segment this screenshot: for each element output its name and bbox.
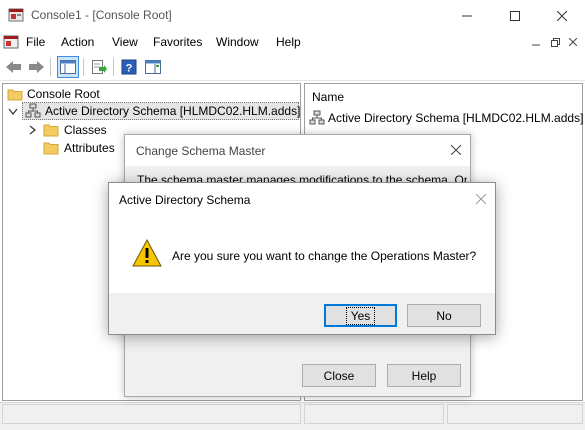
mmc-app-icon	[8, 8, 24, 22]
dialog-title: Change Schema Master	[136, 144, 266, 158]
console-icon[interactable]	[3, 34, 19, 50]
status-cell	[2, 404, 301, 424]
close-button[interactable]: Close	[302, 364, 376, 387]
title-bar: Console1 - [Console Root]	[0, 0, 585, 31]
maximize-icon	[510, 10, 520, 21]
schema-icon	[309, 110, 325, 125]
folder-icon	[43, 142, 59, 155]
maximize-button[interactable]	[492, 0, 538, 31]
warning-icon	[132, 238, 162, 267]
minimize-icon	[532, 44, 540, 46]
tree-item-console-root[interactable]: Console Root	[27, 87, 100, 101]
close-icon	[557, 10, 567, 21]
menu-file[interactable]: File	[26, 35, 45, 49]
yes-button[interactable]: Yes	[324, 304, 397, 327]
close-button[interactable]	[539, 0, 585, 31]
menu-help[interactable]: Help	[276, 35, 301, 49]
status-cell	[304, 404, 444, 424]
close-icon[interactable]	[451, 145, 461, 155]
toolbar-separator	[50, 58, 51, 76]
tree-item-attributes[interactable]: Attributes	[64, 141, 115, 155]
confirm-dialog: Active Directory Schema Are you sure you…	[108, 182, 496, 335]
tree-item-classes[interactable]: Classes	[64, 123, 107, 137]
schema-icon	[25, 103, 41, 118]
export-list-icon	[92, 60, 107, 74]
mdi-close-button[interactable]	[565, 35, 581, 49]
minimize-button[interactable]	[444, 0, 490, 31]
export-list-button[interactable]	[88, 56, 110, 78]
close-icon[interactable]	[476, 194, 486, 204]
mdi-restore-button[interactable]	[547, 35, 563, 49]
toolbar-separator	[83, 58, 84, 76]
yes-button-label: Yes	[345, 306, 376, 325]
back-icon	[6, 61, 21, 73]
action-pane-icon	[145, 60, 161, 74]
mdi-minimize-button[interactable]	[528, 35, 544, 49]
menu-view[interactable]: View	[112, 35, 138, 49]
menu-bar: File Action View Favorites Window Help	[0, 31, 585, 53]
close-icon	[569, 38, 577, 46]
restore-icon	[550, 37, 560, 47]
chevron-down-icon[interactable]	[8, 108, 18, 116]
console-root-icon	[7, 89, 23, 101]
menu-favorites[interactable]: Favorites	[153, 35, 202, 49]
menu-action[interactable]: Action	[61, 35, 94, 49]
forward-button[interactable]	[25, 56, 47, 78]
folder-icon	[43, 124, 59, 137]
status-cell	[447, 404, 583, 424]
toolbar-separator	[113, 58, 114, 76]
no-button[interactable]: No	[407, 304, 481, 327]
svg-text:?: ?	[126, 63, 133, 75]
dialog-title: Active Directory Schema	[119, 193, 251, 207]
menu-window[interactable]: Window	[216, 35, 259, 49]
action-pane-button[interactable]	[142, 56, 164, 78]
back-button[interactable]	[3, 56, 25, 78]
show-hide-tree-button[interactable]	[57, 56, 79, 78]
window-title: Console1 - [Console Root]	[31, 8, 172, 22]
tree-item-schema-label: Active Directory Schema [HLMDC02.HLM.add…	[45, 104, 301, 118]
help-button[interactable]: Help	[387, 364, 461, 387]
show-hide-tree-icon	[60, 60, 76, 74]
minimize-icon	[462, 15, 472, 16]
forward-icon	[29, 61, 44, 73]
chevron-right-icon[interactable]	[29, 125, 37, 135]
help-icon: ?	[121, 59, 137, 75]
help-button[interactable]: ?	[118, 56, 140, 78]
column-header-name[interactable]: Name	[312, 90, 344, 104]
confirm-message: Are you sure you want to change the Oper…	[172, 249, 477, 263]
list-item-schema[interactable]: Active Directory Schema [HLMDC02.HLM.add…	[328, 111, 583, 125]
